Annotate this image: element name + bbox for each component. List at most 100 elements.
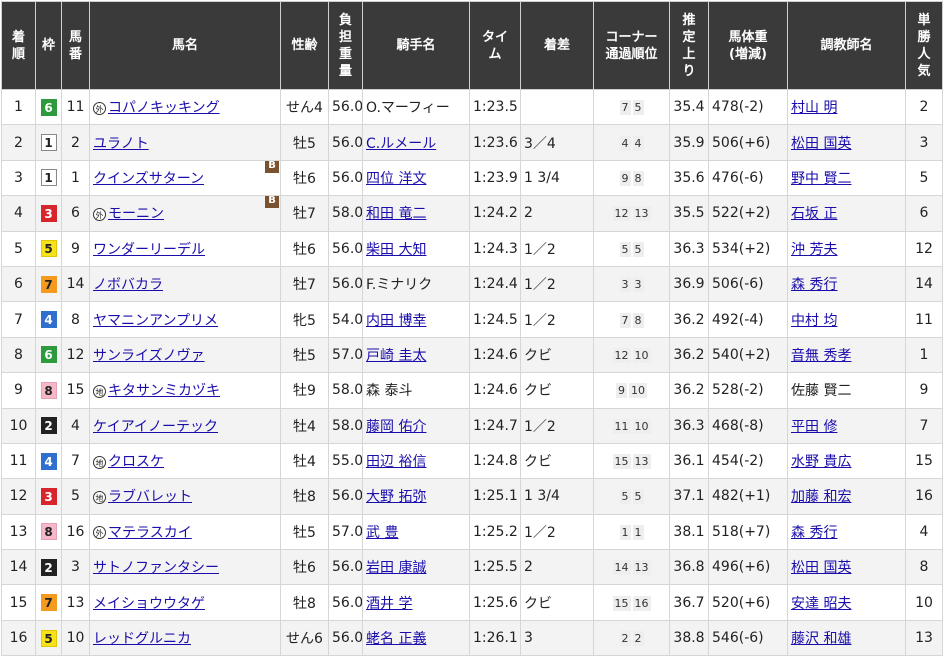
header-weight[interactable]: 負担重量 [328, 1, 363, 90]
time-cell: 1:23.6 [469, 124, 521, 161]
trainer-name-link[interactable]: 加藤 和宏 [791, 489, 851, 505]
trainer-cell: 松田 国英 [787, 124, 906, 161]
weight-cell: 56.0 [328, 478, 363, 515]
last3f-cell: 37.1 [669, 478, 709, 515]
jockey-name-link[interactable]: 四位 洋文 [366, 171, 426, 187]
horse-name-link[interactable]: レッドグルニカ [93, 631, 191, 647]
trainer-cell: 加藤 和宏 [787, 478, 906, 515]
table-row: 14 2 3 サトノファンタシー 牡6 56.0 岩田 康誠 1:25.5 2 … [1, 549, 943, 586]
margin-cell: 1／2 [520, 230, 594, 267]
trainer-name-link[interactable]: 音無 秀孝 [791, 348, 851, 364]
jockey-name-link[interactable]: 田辺 裕信 [366, 454, 426, 470]
horse-cell: ヤマニンアンプリメ [89, 301, 281, 338]
waku-cell: 8 [35, 372, 62, 409]
corner-position: 10 [632, 347, 651, 363]
trainer-name-link[interactable]: 森 秀行 [791, 277, 837, 293]
jockey-name-link[interactable]: 大野 拓弥 [366, 489, 426, 505]
horse-name-link[interactable]: マテラスカイ [108, 525, 192, 541]
header-popularity[interactable]: 単勝人気 [905, 1, 943, 90]
trainer-name-link[interactable]: 野中 賢二 [791, 171, 851, 187]
waku-badge: 4 [40, 452, 57, 470]
trainer-name-link[interactable]: 沖 芳夫 [791, 242, 837, 258]
header-rank[interactable]: 着順 [1, 1, 36, 90]
horse-name-link[interactable]: ラブバレット [108, 489, 192, 505]
rank-cell: 10 [1, 407, 36, 444]
horse-name-link[interactable]: キタサンミカヅキ [108, 383, 220, 399]
jockey-name: F.ミナリク [366, 277, 433, 294]
jockey-name-link[interactable]: 藤岡 佑介 [366, 419, 426, 435]
horse-name-link[interactable]: ケイアイノーテック [93, 419, 218, 435]
time-cell: 1:24.5 [469, 301, 521, 338]
bodyweight-cell: 528(-2) [708, 372, 788, 409]
horse-name-link[interactable]: ユラノト [93, 136, 149, 152]
header-last3f[interactable]: 推定上り [669, 1, 709, 90]
jockey-name-link[interactable]: 和田 竜二 [366, 206, 426, 222]
jockey-name-link[interactable]: 柴田 大知 [366, 242, 426, 258]
horse-name-link[interactable]: モーニン [108, 206, 164, 222]
last3f-cell: 38.1 [669, 513, 709, 551]
horse-name-link[interactable]: ワンダーリーデル [93, 242, 205, 258]
horse-name-link[interactable]: サンライズノヴァ [93, 348, 205, 364]
header-margin[interactable]: 着差 [520, 1, 594, 90]
popularity-cell: 1 [905, 336, 943, 374]
corner-position: 7 [619, 312, 631, 328]
corner-position: 16 [632, 595, 651, 611]
trainer-name-link[interactable]: 石坂 正 [791, 206, 837, 222]
umaban-cell: 12 [61, 336, 90, 374]
last3f-cell: 36.9 [669, 265, 709, 303]
trainer-name-link[interactable]: 村山 明 [791, 100, 837, 116]
header-corner[interactable]: コーナー 通過順位 [593, 1, 670, 90]
bodyweight-cell: 506(+6) [708, 124, 788, 161]
time-cell: 1:24.7 [469, 407, 521, 444]
header-row: 着順 枠 馬番 馬名 性齢 負担重量 騎手名 タイム 着差 コーナー 通過順位 推… [1, 1, 943, 90]
header-sexage[interactable]: 性齢 [280, 1, 329, 90]
corner-cell: 44 [593, 124, 670, 161]
header-bodyweight[interactable]: 馬体重 (増減) [708, 1, 788, 90]
trainer-name-link[interactable]: 水野 貴広 [791, 454, 851, 470]
weight-cell: 58.0 [328, 372, 363, 409]
jockey-cell: F.ミナリク [362, 265, 470, 303]
horse-name-link[interactable]: コパノキッキング [108, 100, 220, 116]
trainer-cell: 森 秀行 [787, 265, 906, 303]
jockey-name-link[interactable]: 酒井 学 [366, 596, 412, 612]
header-time[interactable]: タイム [469, 1, 521, 90]
trainer-name-link[interactable]: 安達 昭夫 [791, 596, 851, 612]
corner-position: 9 [616, 383, 627, 399]
header-trainer[interactable]: 調教師名 [787, 1, 906, 90]
trainer-name-link[interactable]: 中村 均 [791, 313, 837, 329]
horse-cell: ユラノト [89, 124, 281, 161]
header-jockey[interactable]: 騎手名 [362, 1, 470, 90]
horse-name-link[interactable]: サトノファンタシー [93, 560, 219, 576]
bodyweight-value: 534 [712, 240, 739, 257]
header-horse[interactable]: 馬名 [89, 1, 281, 90]
horse-name-link[interactable]: ヤマニンアンプリメ [93, 313, 218, 329]
horse-name-link[interactable]: クインズサターン [93, 171, 204, 187]
rank-cell: 15 [1, 584, 36, 621]
last3f-cell: 35.9 [669, 124, 709, 161]
waku-badge: 5 [40, 240, 57, 258]
waku-cell: 3 [35, 478, 62, 515]
jockey-name-link[interactable]: 蛯名 正義 [366, 631, 426, 647]
jockey-name-link[interactable]: 戸崎 圭太 [366, 348, 426, 364]
jockey-name-link[interactable]: 武 豊 [366, 525, 398, 541]
bodyweight-value: 478 [712, 99, 739, 116]
horse-name-link[interactable]: クロスケ [108, 454, 164, 470]
header-waku[interactable]: 枠 [35, 1, 62, 90]
table-row: 10 2 4 ケイアイノーテック 牡4 58.0 藤岡 佑介 1:24.7 1／… [1, 407, 943, 444]
bodyweight-diff: (-2) [738, 382, 764, 399]
trainer-name-link[interactable]: 平田 修 [791, 419, 837, 435]
header-umaban[interactable]: 馬番 [61, 1, 90, 90]
horse-name-link[interactable]: ノボバカラ [93, 277, 163, 293]
weight-cell: 56.0 [328, 230, 363, 267]
corner-position: 13 [632, 206, 651, 222]
weight-cell: 58.0 [328, 407, 363, 444]
bodyweight-value: 528 [712, 382, 739, 399]
trainer-name-link[interactable]: 藤沢 和雄 [791, 631, 851, 647]
horse-name-link[interactable]: メイショウウタゲ [93, 596, 205, 612]
trainer-name-link[interactable]: 森 秀行 [791, 525, 837, 541]
trainer-name-link[interactable]: 松田 国英 [791, 560, 851, 576]
jockey-name-link[interactable]: 内田 博幸 [366, 313, 426, 329]
jockey-name-link[interactable]: 岩田 康誠 [366, 560, 426, 576]
trainer-name-link[interactable]: 松田 国英 [791, 136, 851, 152]
jockey-name-link[interactable]: C.ルメール [366, 136, 436, 152]
